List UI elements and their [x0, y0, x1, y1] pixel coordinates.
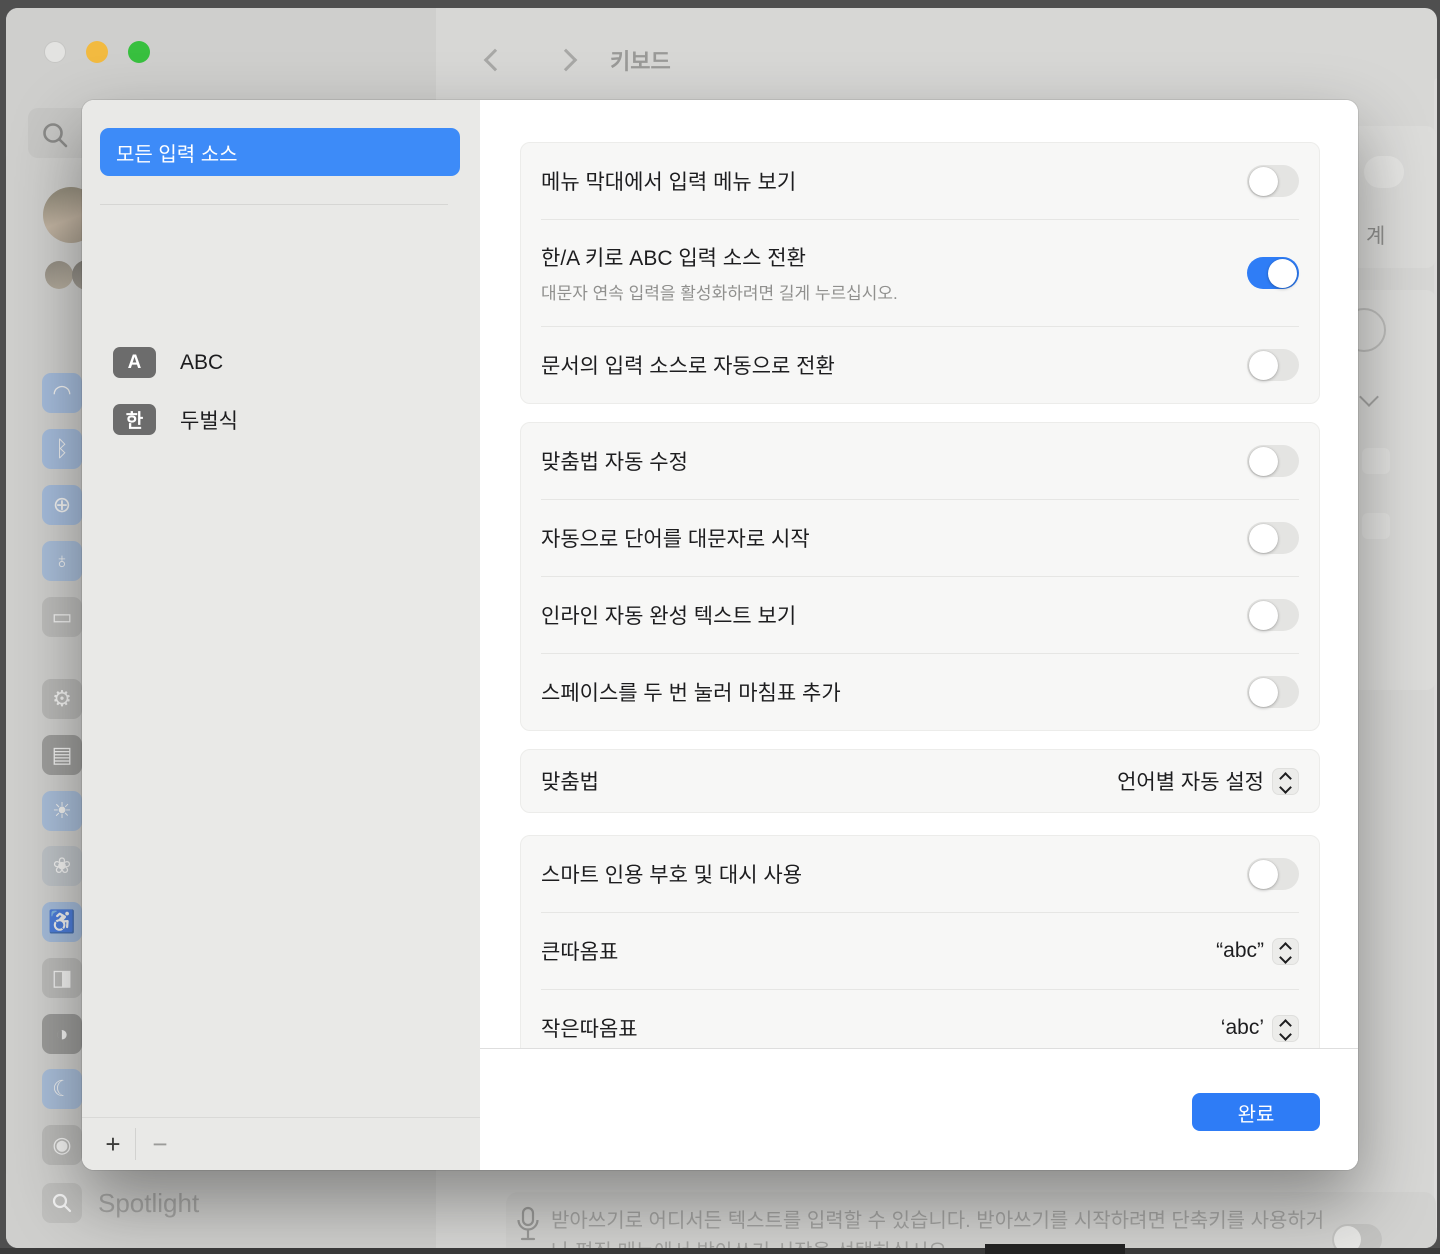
background-badge-fragment — [1362, 513, 1390, 539]
smart-quotes-card: 스마트 인용 부호 및 대시 사용 큰따옴표 “abc” 작은따옴표 ‘abc’ — [520, 835, 1320, 1048]
done-button[interactable]: 완료 — [1192, 1093, 1320, 1131]
setting-label: 문서의 입력 소스로 자동으로 전환 — [541, 350, 835, 380]
setting-label: 자동으로 단어를 대문자로 시작 — [541, 523, 810, 553]
auto-switch-document-source-toggle[interactable] — [1247, 349, 1299, 381]
remove-input-source-button[interactable]: − — [138, 1118, 182, 1170]
scrollbar[interactable] — [1434, 78, 1437, 1228]
setting-label: 맞춤법 — [541, 766, 599, 796]
smart-quotes-toggle[interactable] — [1247, 858, 1299, 890]
network-icon[interactable]: ⊕ — [42, 485, 82, 525]
vpn-icon[interactable]: ♁ — [42, 541, 82, 581]
setting-row: 자동으로 단어를 대문자로 시작 — [521, 500, 1319, 576]
sidebar-item-all-input-sources[interactable]: 모든 입력 소스 — [100, 128, 460, 176]
dictation-toggle[interactable] — [1332, 1224, 1382, 1248]
siri-icon[interactable]: ◉ — [42, 1125, 82, 1165]
setting-label: 큰따옴표 — [541, 936, 618, 966]
settings-scroll-area[interactable]: 메뉴 막대에서 입력 메뉴 보기 한/A 키로 ABC 입력 소스 전환 대문자… — [480, 100, 1358, 1048]
setting-label: 맞춤법 자동 수정 — [541, 446, 688, 476]
input-source-badge: A — [113, 347, 156, 378]
spelling-card: 맞춤법 언어별 자동 설정 — [520, 749, 1320, 813]
sheet-sidebar: 모든 입력 소스 A ABC 한 두벌식 + − — [82, 100, 480, 1170]
input-sources-sheet: 모든 입력 소스 A ABC 한 두벌식 + − 메뉴 막대에서 입력 메뉴 보… — [82, 100, 1358, 1170]
single-quote-select[interactable]: ‘abc’ — [1221, 1015, 1299, 1042]
background-toggle-fragment — [1364, 156, 1404, 188]
close-button[interactable] — [44, 41, 66, 63]
typing-card: 맞춤법 자동 수정 자동으로 단어를 대문자로 시작 인라인 자동 완성 텍스트… — [520, 422, 1320, 731]
control-center-icon[interactable]: ◨ — [42, 958, 82, 998]
setting-row: 스마트 인용 부호 및 대시 사용 — [521, 836, 1319, 912]
chevron-up-down-icon — [1272, 768, 1299, 795]
setting-row: 큰따옴표 “abc” — [521, 913, 1319, 989]
spotlight-icon[interactable] — [42, 1183, 82, 1223]
setting-label: 메뉴 막대에서 입력 메뉴 보기 — [541, 166, 796, 196]
accessibility-icon[interactable]: ♿ — [42, 902, 82, 942]
zoom-button[interactable] — [128, 41, 150, 63]
family-avatar[interactable] — [45, 261, 73, 289]
sidebar-item-spotlight[interactable]: Spotlight — [98, 1188, 199, 1219]
dictation-description: 받아쓰기로 어디서든 텍스트를 입력할 수 있습니다. 받아쓰기를 시작하려면 … — [551, 1206, 1331, 1248]
setting-row: 스페이스를 두 번 눌러 마침표 추가 — [521, 654, 1319, 730]
inline-predictions-toggle[interactable] — [1247, 599, 1299, 631]
setting-label: 스마트 인용 부호 및 대시 사용 — [541, 859, 802, 889]
double-quote-select[interactable]: “abc” — [1216, 938, 1299, 965]
minimize-button[interactable] — [86, 41, 108, 63]
general-icon[interactable]: ⚙ — [42, 679, 82, 719]
divider — [135, 1128, 136, 1160]
sheet-content: 메뉴 막대에서 입력 메뉴 보기 한/A 키로 ABC 입력 소스 전환 대문자… — [480, 100, 1358, 1170]
setting-label: 작은따옴표 — [541, 1013, 638, 1043]
autocorrect-toggle[interactable] — [1247, 445, 1299, 477]
auto-capitalize-toggle[interactable] — [1247, 522, 1299, 554]
setting-row: 한/A 키로 ABC 입력 소스 전환 대문자 연속 입력을 활성화하려면 길게… — [521, 220, 1319, 326]
han-a-key-switch-toggle[interactable] — [1247, 257, 1299, 289]
chevron-up-down-icon — [1272, 938, 1299, 965]
battery-icon[interactable]: ▭ — [42, 597, 82, 637]
search-icon — [40, 120, 70, 150]
setting-row: 맞춤법 언어별 자동 설정 — [521, 750, 1319, 812]
background-card-fragment — [1350, 126, 1436, 268]
setting-label: 한/A 키로 ABC 입력 소스 전환 — [541, 242, 898, 272]
background-badge-fragment — [1362, 448, 1390, 474]
divider — [100, 204, 448, 205]
displays-icon[interactable]: ☀ — [42, 791, 82, 831]
chevron-up-down-icon — [1272, 1015, 1299, 1042]
desktop-edge — [985, 1244, 1125, 1254]
sidebar-footer: + − — [82, 1118, 480, 1170]
input-source-badge: 한 — [113, 404, 156, 435]
desktop-edge — [0, 1248, 1440, 1254]
double-space-period-toggle[interactable] — [1247, 676, 1299, 708]
appearance-icon[interactable]: ◑ — [42, 1014, 82, 1054]
setting-row: 메뉴 막대에서 입력 메뉴 보기 — [521, 143, 1319, 219]
sidebar-item-abc[interactable]: A ABC — [113, 347, 223, 378]
input-menu-card: 메뉴 막대에서 입력 메뉴 보기 한/A 키로 ABC 입력 소스 전환 대문자… — [520, 142, 1320, 404]
setting-row: 맞춤법 자동 수정 — [521, 423, 1319, 499]
wallpaper-icon[interactable]: ❀ — [42, 846, 82, 886]
background-text-fragment: 계 — [1366, 220, 1385, 250]
menu-bar-icon[interactable]: ▤ — [42, 735, 82, 775]
spelling-select[interactable]: 언어별 자동 설정 — [1117, 766, 1299, 796]
show-input-menu-toggle[interactable] — [1247, 165, 1299, 197]
sidebar-item-dubeolsik[interactable]: 한 두벌식 — [113, 404, 238, 435]
setting-label: 인라인 자동 완성 텍스트 보기 — [541, 600, 796, 630]
setting-label: 스페이스를 두 번 눌러 마침표 추가 — [541, 677, 841, 707]
add-input-source-button[interactable]: + — [91, 1118, 135, 1170]
forward-button[interactable] — [555, 49, 578, 72]
back-button[interactable] — [484, 49, 507, 72]
setting-subtitle: 대문자 연속 입력을 활성화하려면 길게 누르십시오. — [541, 279, 898, 304]
sheet-footer: 완료 — [480, 1048, 1358, 1170]
setting-row: 인라인 자동 완성 텍스트 보기 — [521, 577, 1319, 653]
setting-row: 문서의 입력 소스로 자동으로 전환 — [521, 327, 1319, 403]
microphone-icon — [514, 1206, 542, 1246]
setting-row: 작은따옴표 ‘abc’ — [521, 990, 1319, 1048]
bluetooth-icon[interactable]: ᛒ — [42, 429, 82, 469]
page-title: 키보드 — [610, 44, 671, 76]
wifi-icon[interactable]: ◠ — [42, 373, 82, 413]
screen-saver-icon[interactable]: ☾ — [42, 1069, 82, 1109]
